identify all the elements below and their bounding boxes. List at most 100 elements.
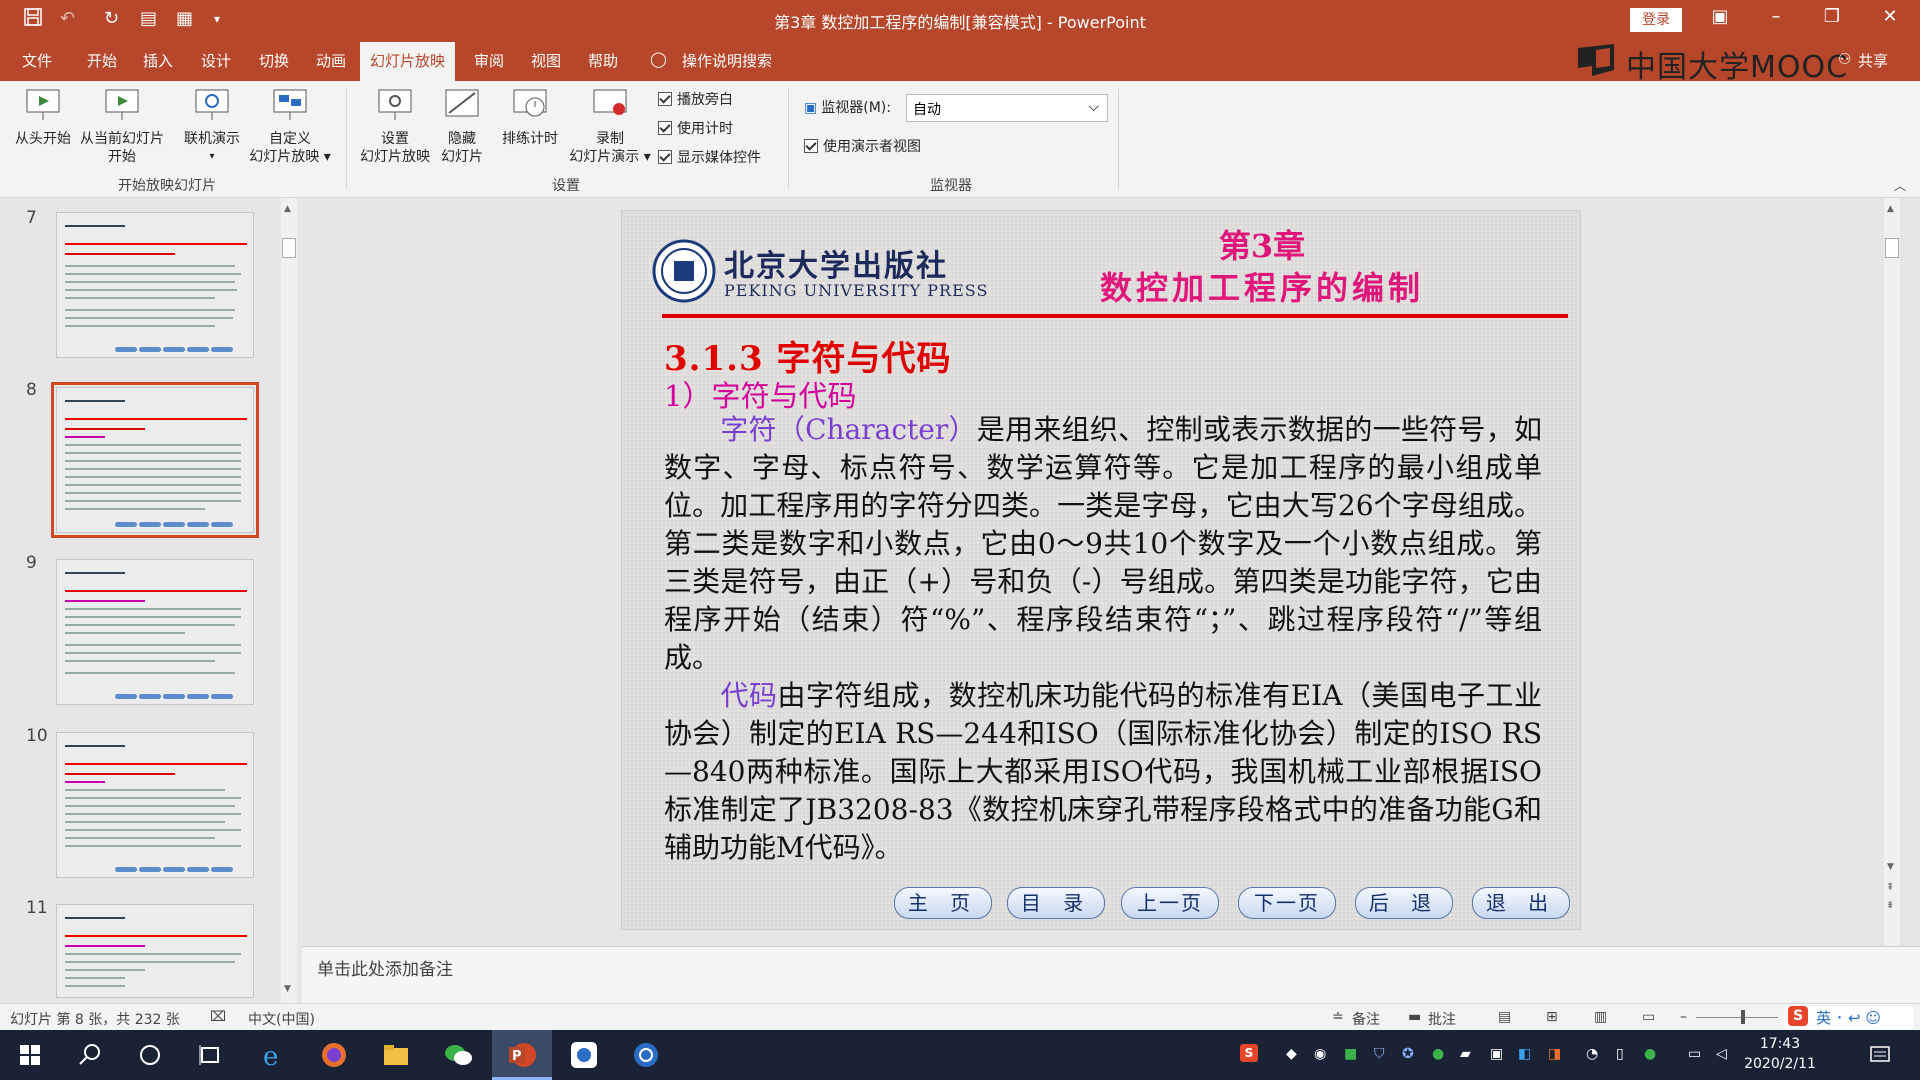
volume-icon[interactable]: ◁ — [1716, 1046, 1727, 1062]
tab-review[interactable]: 审阅 — [474, 50, 504, 71]
tray-icon[interactable]: ▣ — [1490, 1046, 1503, 1062]
sogou-ime-icon[interactable]: S — [1788, 1006, 1808, 1026]
notes-button[interactable]: 备注 — [1352, 1009, 1380, 1029]
file-explorer-icon[interactable] — [380, 1039, 412, 1071]
previous-slide-icon[interactable]: ⇞ — [1886, 882, 1894, 893]
slide-thumbnail-10[interactable] — [56, 732, 254, 878]
cortana-icon[interactable] — [134, 1039, 166, 1071]
slideshow-view-icon[interactable]: ▭ — [1642, 1009, 1655, 1025]
tray-icon[interactable]: ◆ — [1286, 1046, 1297, 1062]
scroll-down-icon[interactable]: ▼ — [284, 984, 291, 994]
wechat-icon[interactable] — [442, 1039, 474, 1071]
from-current-button[interactable]: 从当前幻灯片 开始 — [74, 87, 170, 166]
zoom-slider-thumb[interactable] — [1741, 1010, 1745, 1024]
tab-design[interactable]: 设计 — [201, 50, 231, 71]
tab-home[interactable]: 开始 — [87, 50, 117, 71]
notification-center-icon[interactable] — [1864, 1039, 1896, 1071]
thumbnail-scrollbar[interactable]: ▲ ▼ — [281, 198, 297, 1003]
slide-thumbnail-9[interactable] — [56, 559, 254, 705]
custom-slideshow-button[interactable]: 自定义 幻灯片放映 ▾ — [244, 87, 336, 166]
ime-mode-icon[interactable]: 英 ･ ↩ ☺ — [1816, 1007, 1881, 1028]
slide-thumbnail-11[interactable] — [56, 904, 254, 998]
next-page-button[interactable]: 下一页 — [1238, 887, 1336, 919]
tab-transitions[interactable]: 切换 — [259, 50, 289, 71]
home-nav-button[interactable]: 主 页 — [894, 887, 992, 919]
scroll-thumb[interactable] — [282, 238, 296, 258]
record-slideshow-button[interactable]: 录制 幻灯片演示 ▾ — [564, 87, 656, 166]
share-button[interactable]: 共享 — [1858, 50, 1888, 71]
close-icon[interactable]: ✕ — [1870, 6, 1910, 27]
battery-icon[interactable]: ▭ — [1688, 1046, 1701, 1062]
next-slide-icon[interactable]: ⇟ — [1886, 900, 1894, 911]
zoom-out-icon[interactable]: – — [1680, 1009, 1687, 1025]
tab-help[interactable]: 帮助 — [588, 50, 618, 71]
wechat-tray-icon[interactable]: ● — [1644, 1046, 1656, 1062]
tray-icon[interactable]: ▯ — [1616, 1046, 1624, 1062]
app-icon[interactable] — [568, 1039, 600, 1071]
tray-icon[interactable]: ◉ — [1314, 1046, 1326, 1062]
edge-browser-icon[interactable]: e — [256, 1039, 288, 1071]
scroll-down-icon[interactable]: ▼ — [1887, 862, 1894, 872]
tray-icon[interactable]: ◧ — [1518, 1046, 1531, 1062]
accessibility-icon[interactable]: ⌧ — [210, 1009, 226, 1025]
tray-icon[interactable]: ▰ — [1460, 1046, 1471, 1062]
play-narration-checkbox[interactable]: 播放旁白 — [658, 89, 733, 109]
tray-icon[interactable]: ■ — [1344, 1046, 1357, 1062]
minimize-icon[interactable]: – — [1756, 6, 1796, 27]
restore-icon[interactable]: ❐ — [1812, 6, 1852, 27]
collapse-ribbon-icon[interactable]: ︿ — [1894, 177, 1906, 194]
share-icon[interactable]: ⚇ — [1838, 50, 1851, 68]
app-icon[interactable] — [630, 1039, 662, 1071]
tab-file[interactable]: 文件 — [22, 50, 52, 71]
tell-me-search[interactable]: 操作说明搜索 — [682, 50, 772, 71]
network-icon[interactable]: ◔ — [1586, 1046, 1598, 1062]
slide-scrollbar[interactable]: ▲ ▼ ⇞ ⇟ — [1884, 198, 1900, 946]
notes-pane[interactable]: 单击此处添加备注 — [302, 946, 1920, 1003]
scroll-up-icon[interactable]: ▲ — [284, 204, 291, 214]
tray-icon[interactable]: ✪ — [1402, 1046, 1414, 1062]
powerpoint-taskbar-button[interactable]: P — [492, 1030, 552, 1080]
hide-slide-button[interactable]: 隐藏 幻灯片 — [436, 87, 488, 166]
ime-toolbar[interactable]: S 英 ･ ↩ ☺ — [1784, 1006, 1914, 1029]
comments-button[interactable]: 批注 — [1428, 1009, 1456, 1029]
shield-icon[interactable]: ⛉ — [1374, 1046, 1385, 1062]
monitor-select[interactable]: 自动 ⌵ — [906, 94, 1108, 122]
slide-thumbnail-7[interactable] — [56, 212, 254, 358]
ribbon-display-icon[interactable]: ▣ — [1700, 6, 1740, 27]
exit-nav-button[interactable]: 退 出 — [1472, 887, 1570, 919]
normal-view-icon[interactable]: ▤ — [1498, 1009, 1511, 1025]
notes-icon[interactable]: ≐ — [1332, 1009, 1344, 1025]
firefox-icon[interactable] — [318, 1039, 350, 1071]
use-timings-checkbox[interactable]: 使用计时 — [658, 118, 733, 138]
back-nav-button[interactable]: 后 退 — [1355, 887, 1453, 919]
system-clock[interactable]: 17:43 2020/2/11 — [1744, 1034, 1816, 1074]
contents-nav-button[interactable]: 目 录 — [1007, 887, 1105, 919]
login-button[interactable]: 登录 — [1630, 8, 1682, 32]
from-start-button[interactable]: 从头开始 — [8, 87, 78, 148]
tab-view[interactable]: 视图 — [531, 50, 561, 71]
tab-slideshow[interactable]: 幻灯片放映 — [360, 42, 455, 81]
zoom-slider[interactable] — [1696, 1017, 1778, 1018]
task-view-icon[interactable] — [194, 1039, 226, 1071]
previous-page-button[interactable]: 上一页 — [1121, 887, 1219, 919]
slide-sorter-icon[interactable]: ⊞ — [1546, 1009, 1558, 1025]
notes-placeholder[interactable]: 单击此处添加备注 — [317, 955, 453, 980]
tray-icon[interactable]: ● — [1432, 1046, 1444, 1062]
setup-slideshow-button[interactable]: 设置 幻灯片放映 — [354, 87, 436, 166]
tray-icon[interactable]: ◨ — [1548, 1046, 1561, 1062]
slide-canvas[interactable]: 北京大学出版社 PEKING UNIVERSITY PRESS 第3章 数控加工… — [621, 210, 1581, 930]
tab-insert[interactable]: 插入 — [143, 50, 173, 71]
comments-icon[interactable]: ▬ — [1408, 1009, 1421, 1025]
show-media-controls-checkbox[interactable]: 显示媒体控件 — [658, 147, 761, 167]
slide-thumbnail-8[interactable] — [51, 382, 259, 538]
scroll-thumb[interactable] — [1885, 238, 1899, 258]
presenter-view-checkbox[interactable]: 使用演示者视图 — [804, 136, 921, 156]
rehearse-timings-button[interactable]: 排练计时 — [494, 87, 566, 148]
sogou-tray-icon[interactable]: S — [1240, 1044, 1258, 1062]
search-icon[interactable] — [74, 1039, 106, 1071]
language-indicator[interactable]: 中文(中国) — [248, 1009, 315, 1029]
windows-start-icon[interactable] — [14, 1039, 46, 1071]
reading-view-icon[interactable]: ▥ — [1594, 1009, 1607, 1025]
tab-animations[interactable]: 动画 — [316, 50, 346, 71]
scroll-up-icon[interactable]: ▲ — [1887, 204, 1894, 214]
